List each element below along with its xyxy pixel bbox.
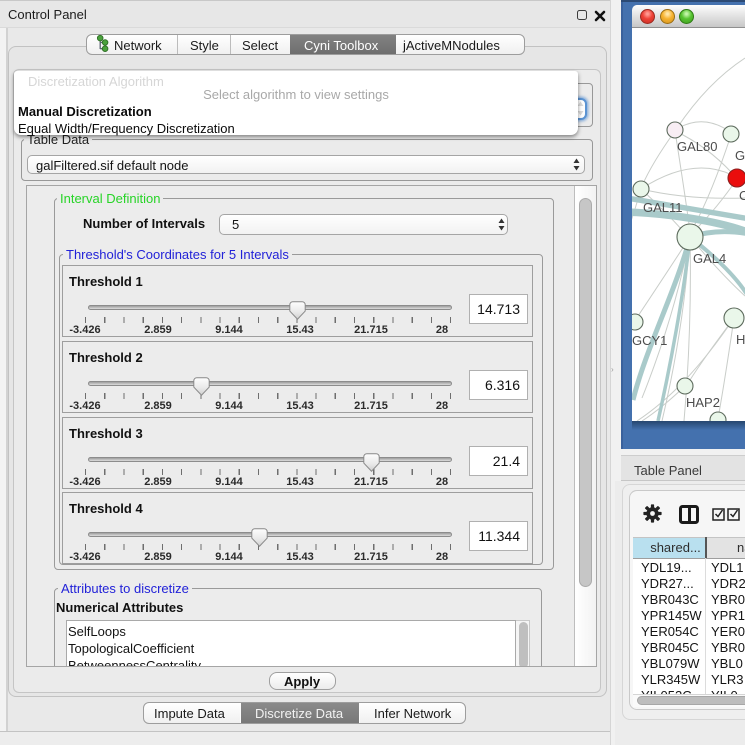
svg-text:GCY1: GCY1 xyxy=(632,333,667,348)
svg-text:GA: GA xyxy=(735,148,745,163)
svg-text:GAL11: GAL11 xyxy=(643,200,683,215)
svg-text:GAL80: GAL80 xyxy=(677,139,717,154)
svg-text:HAP2: HAP2 xyxy=(686,395,720,410)
svg-text:C: C xyxy=(739,188,745,203)
svg-text:H: H xyxy=(736,332,745,347)
svg-text:GAL4: GAL4 xyxy=(693,251,726,266)
